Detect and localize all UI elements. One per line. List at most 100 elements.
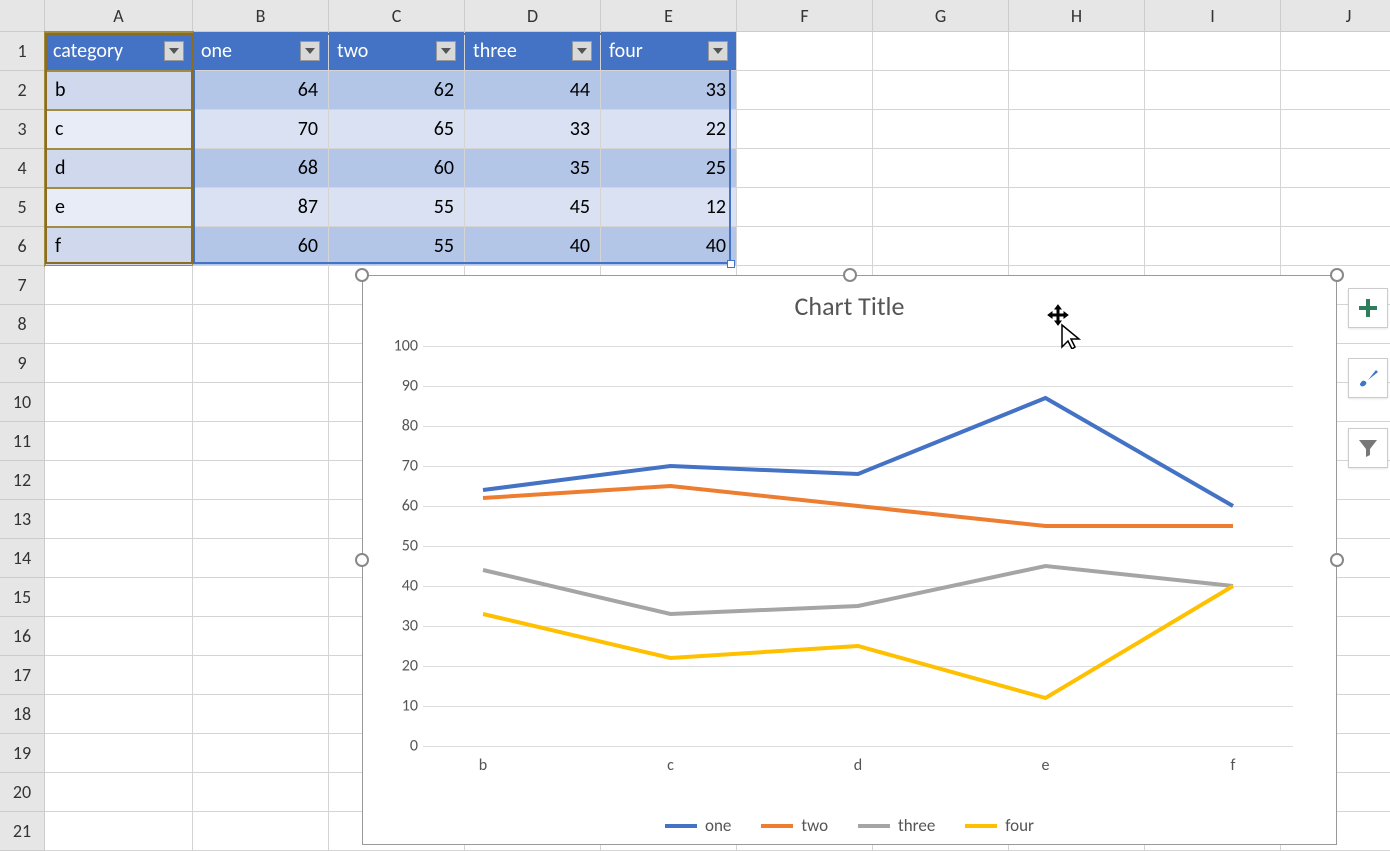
cell[interactable]	[737, 149, 873, 188]
cell[interactable]	[873, 110, 1009, 149]
col-header-C[interactable]: C	[329, 0, 465, 32]
row-header-4[interactable]: 4	[0, 149, 45, 188]
chart-x-axis[interactable]: bcdef	[423, 756, 1293, 786]
cell[interactable]	[193, 383, 329, 422]
cell[interactable]: two	[329, 32, 465, 71]
row-header-16[interactable]: 16	[0, 617, 45, 656]
chart-handle[interactable]	[1330, 553, 1344, 567]
chart-plot-area[interactable]	[423, 346, 1293, 746]
cell[interactable]	[45, 461, 193, 500]
cell[interactable]	[1281, 149, 1390, 188]
cell[interactable]: 40	[465, 227, 601, 266]
cell[interactable]: 35	[465, 149, 601, 188]
cell[interactable]	[873, 188, 1009, 227]
row-header-2[interactable]: 2	[0, 71, 45, 110]
cell[interactable]: 87	[193, 188, 329, 227]
cell[interactable]: c	[45, 110, 193, 149]
cell[interactable]	[737, 188, 873, 227]
row-header-11[interactable]: 11	[0, 422, 45, 461]
embedded-chart[interactable]: Chart Title 0102030405060708090100 bcdef…	[362, 275, 1337, 845]
cell[interactable]	[1009, 32, 1145, 71]
chart-handle[interactable]	[355, 268, 369, 282]
cell[interactable]	[1145, 110, 1281, 149]
cell[interactable]: category	[45, 32, 193, 71]
cell[interactable]: three	[465, 32, 601, 71]
cell[interactable]: one	[193, 32, 329, 71]
cell[interactable]	[193, 812, 329, 851]
cell[interactable]	[193, 656, 329, 695]
cell[interactable]	[737, 227, 873, 266]
row-header-1[interactable]: 1	[0, 32, 45, 71]
chart-y-axis[interactable]: 0102030405060708090100	[378, 346, 418, 746]
cell[interactable]	[1009, 110, 1145, 149]
series-line-four[interactable]	[483, 586, 1233, 698]
filter-dropdown-button[interactable]	[164, 41, 184, 61]
cell[interactable]	[1281, 188, 1390, 227]
row-header-6[interactable]: 6	[0, 227, 45, 266]
cell[interactable]	[873, 32, 1009, 71]
cell[interactable]	[1009, 71, 1145, 110]
cell[interactable]: 40	[601, 227, 737, 266]
row-header-20[interactable]: 20	[0, 773, 45, 812]
cell[interactable]: 33	[601, 71, 737, 110]
filter-dropdown-button[interactable]	[436, 41, 456, 61]
cell[interactable]	[45, 344, 193, 383]
cell[interactable]	[873, 71, 1009, 110]
cell[interactable]	[193, 266, 329, 305]
row-header-5[interactable]: 5	[0, 188, 45, 227]
cell[interactable]	[45, 578, 193, 617]
series-line-two[interactable]	[483, 486, 1233, 526]
cell[interactable]	[193, 422, 329, 461]
col-header-G[interactable]: G	[873, 0, 1009, 32]
cell[interactable]	[193, 461, 329, 500]
filter-dropdown-button[interactable]	[300, 41, 320, 61]
row-header-7[interactable]: 7	[0, 266, 45, 305]
col-header-J[interactable]: J	[1281, 0, 1390, 32]
legend-item-three[interactable]: three	[858, 815, 935, 836]
cell[interactable]: 68	[193, 149, 329, 188]
cell[interactable]	[45, 383, 193, 422]
cell[interactable]: b	[45, 71, 193, 110]
chart-styles-button[interactable]	[1348, 358, 1388, 398]
cell[interactable]	[193, 344, 329, 383]
cell[interactable]	[193, 539, 329, 578]
row-header-9[interactable]: 9	[0, 344, 45, 383]
cell[interactable]: 70	[193, 110, 329, 149]
select-all-corner[interactable]	[0, 0, 45, 32]
cell[interactable]	[45, 734, 193, 773]
col-header-B[interactable]: B	[193, 0, 329, 32]
cell[interactable]	[1145, 227, 1281, 266]
cell[interactable]: 44	[465, 71, 601, 110]
cell[interactable]: 25	[601, 149, 737, 188]
chart-title[interactable]: Chart Title	[363, 276, 1336, 322]
cell[interactable]	[1009, 188, 1145, 227]
chart-elements-button[interactable]	[1348, 288, 1388, 328]
cell[interactable]	[1281, 71, 1390, 110]
cell[interactable]	[737, 32, 873, 71]
cell[interactable]	[873, 149, 1009, 188]
row-header-19[interactable]: 19	[0, 734, 45, 773]
row-header-14[interactable]: 14	[0, 539, 45, 578]
cell[interactable]	[45, 656, 193, 695]
cell[interactable]: 33	[465, 110, 601, 149]
col-header-I[interactable]: I	[1145, 0, 1281, 32]
series-line-three[interactable]	[483, 566, 1233, 614]
cell[interactable]	[193, 305, 329, 344]
cell[interactable]	[1145, 71, 1281, 110]
cell[interactable]: 64	[193, 71, 329, 110]
cell[interactable]: d	[45, 149, 193, 188]
filter-dropdown-button[interactable]	[708, 41, 728, 61]
cell[interactable]: 45	[465, 188, 601, 227]
cell[interactable]	[45, 773, 193, 812]
range-handle[interactable]	[727, 260, 735, 268]
col-header-E[interactable]: E	[601, 0, 737, 32]
cell[interactable]	[737, 71, 873, 110]
cell[interactable]	[1281, 110, 1390, 149]
row-header-12[interactable]: 12	[0, 461, 45, 500]
cell[interactable]	[1009, 227, 1145, 266]
cell[interactable]: 55	[329, 188, 465, 227]
row-header-3[interactable]: 3	[0, 110, 45, 149]
cell[interactable]	[193, 617, 329, 656]
cell[interactable]	[45, 539, 193, 578]
legend-item-one[interactable]: one	[665, 815, 731, 836]
